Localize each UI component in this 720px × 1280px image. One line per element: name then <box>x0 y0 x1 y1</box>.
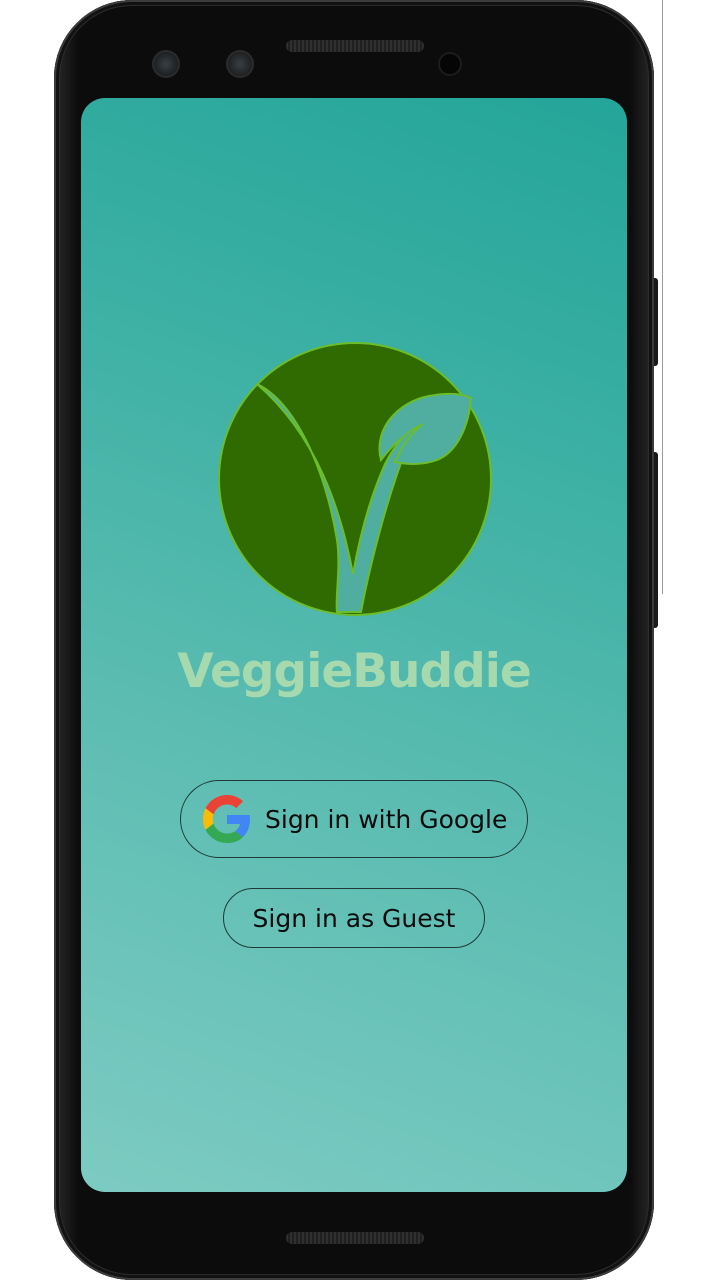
app-title: VeggieBuddie <box>177 644 532 699</box>
front-camera-secondary-icon <box>226 50 254 78</box>
earpiece-speaker <box>286 40 424 52</box>
proximity-sensor-icon <box>440 54 460 74</box>
guest-sign-in-label: Sign in as Guest <box>252 903 456 933</box>
veggie-logo-icon <box>218 342 492 616</box>
google-sign-in-button[interactable]: Sign in with Google <box>180 780 528 858</box>
front-camera-icon <box>152 50 180 78</box>
edge-divider <box>662 0 663 594</box>
bottom-speaker <box>286 1232 424 1244</box>
google-g-icon <box>203 795 250 843</box>
login-screen: VeggieBuddie Sign in with Google Sign in… <box>81 98 627 1192</box>
google-sign-in-label: Sign in with Google <box>265 804 508 834</box>
device-stage: VeggieBuddie Sign in with Google Sign in… <box>0 0 720 1280</box>
guest-sign-in-button[interactable]: Sign in as Guest <box>223 888 485 948</box>
